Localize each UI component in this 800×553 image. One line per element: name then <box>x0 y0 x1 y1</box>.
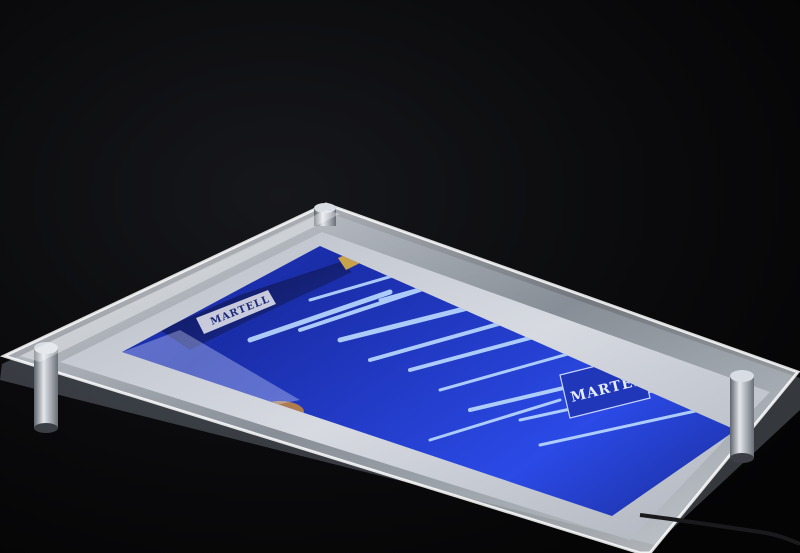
light-box-illustration: MARTELL MARTELL <box>0 0 800 553</box>
product-photo: MARTELL MARTELL <box>0 0 800 553</box>
standoff-right <box>730 370 754 463</box>
